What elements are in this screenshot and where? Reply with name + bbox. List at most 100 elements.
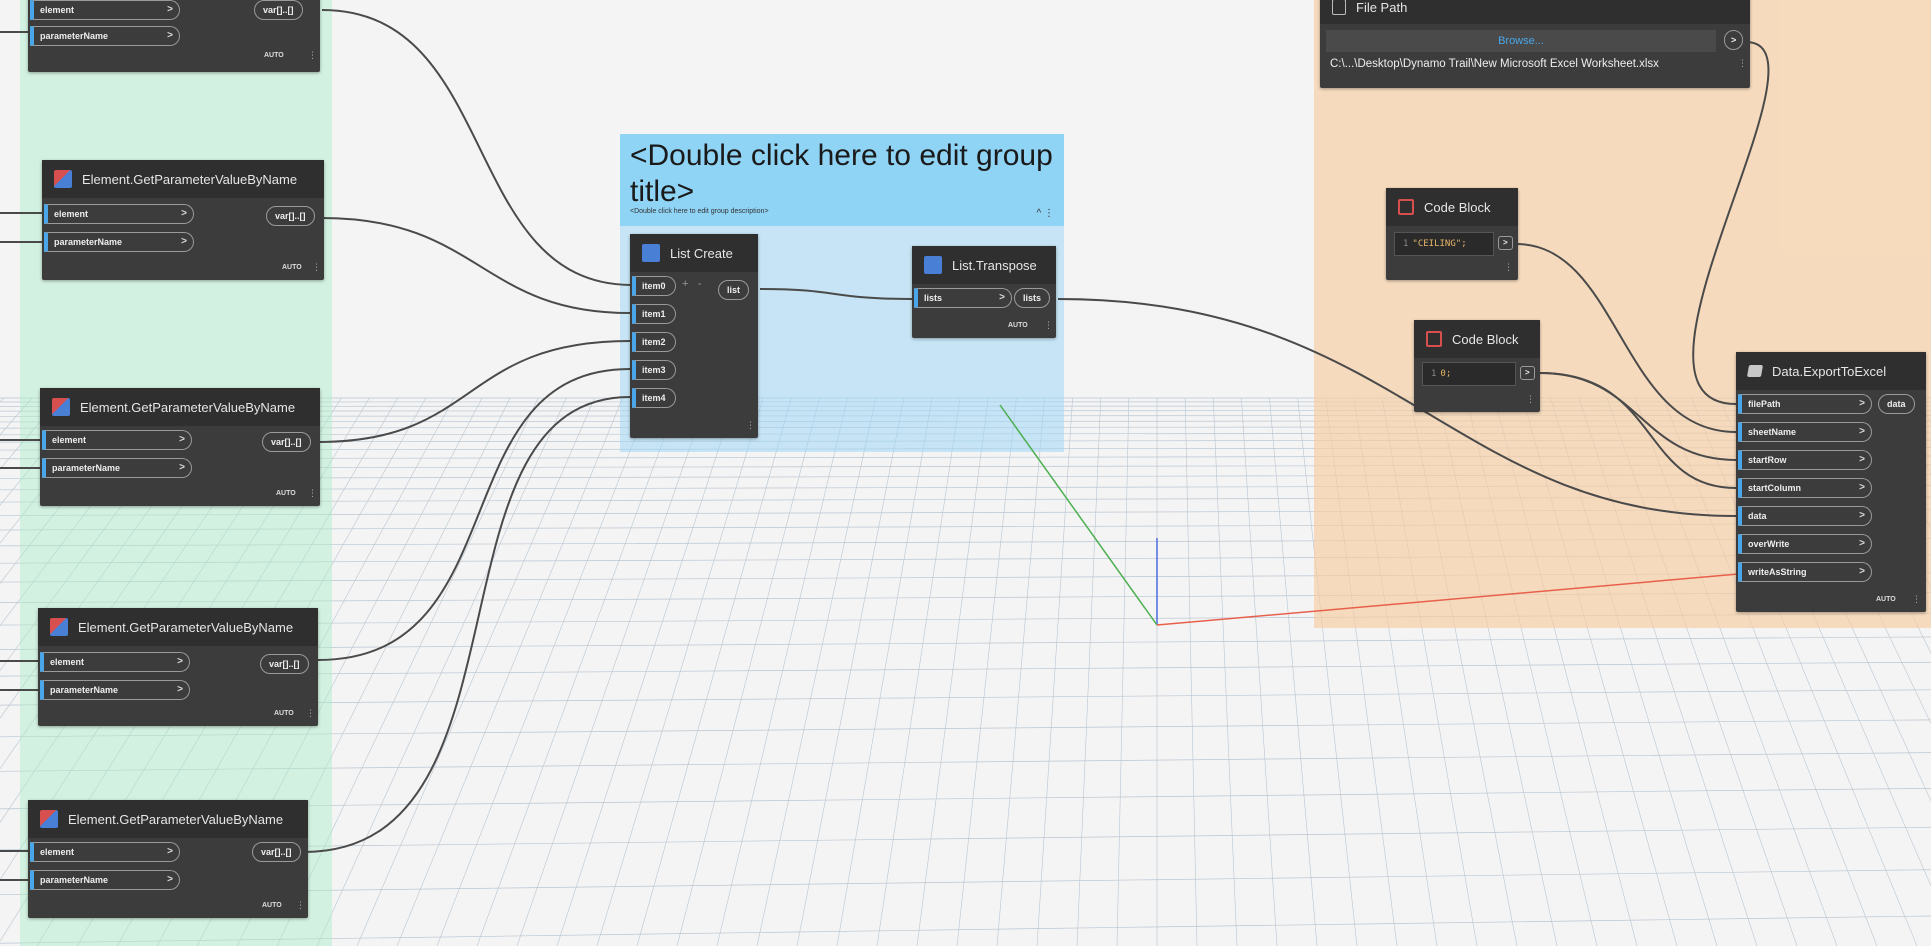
node-title: Code Block: [1452, 331, 1519, 347]
input-port-parameterName[interactable]: parameterName >: [40, 680, 190, 700]
node-menu-icon[interactable]: ⋮: [312, 262, 321, 273]
node-header[interactable]: Code Block: [1386, 188, 1518, 226]
node-menu-icon[interactable]: ⋮: [308, 50, 317, 61]
input-port-startRow[interactable]: startRow >: [1738, 450, 1872, 470]
input-port-item1[interactable]: item1: [632, 304, 676, 324]
lacing-label[interactable]: AUTO: [1008, 322, 1028, 329]
input-port-item0[interactable]: item0: [632, 276, 676, 296]
group-header[interactable]: <Double click here to edit group title> …: [620, 134, 1064, 226]
code-editor[interactable]: 1 "CEILING";: [1394, 232, 1494, 256]
node-title: List.Transpose: [952, 257, 1037, 273]
input-port-item3[interactable]: item3: [632, 360, 676, 380]
chevron-right-icon: >: [1859, 510, 1865, 521]
input-port-item4[interactable]: item4: [632, 388, 676, 408]
grid-line: [676, 397, 820, 946]
input-port-element[interactable]: element >: [40, 652, 190, 672]
output-port-var[interactable]: var[]..[]: [266, 206, 315, 226]
collapse-icon[interactable]: ^ ⋮: [1037, 208, 1054, 219]
input-port-data[interactable]: data >: [1738, 506, 1872, 526]
remove-input-button[interactable]: -: [698, 278, 702, 290]
output-port-list[interactable]: list: [718, 280, 750, 300]
node-menu-icon[interactable]: ⋮: [1044, 320, 1053, 331]
output-port[interactable]: >: [1520, 366, 1535, 380]
node-get-parameter-value-1[interactable]: Element.GetParameterValueByName element >…: [42, 160, 324, 280]
browse-button[interactable]: Browse...: [1326, 30, 1716, 52]
port-label: parameterName: [40, 31, 109, 41]
input-port-parameterName[interactable]: parameterName >: [30, 26, 180, 46]
output-port-lists[interactable]: lists: [1014, 288, 1051, 308]
output-port-var[interactable]: var[]..[]: [260, 654, 309, 674]
node-menu-icon[interactable]: ⋮: [306, 708, 315, 719]
output-port[interactable]: >: [1724, 30, 1744, 50]
node-get-parameter-value-3[interactable]: Element.GetParameterValueByName element >…: [38, 608, 318, 726]
node-title: File Path: [1356, 0, 1408, 15]
node-file-path[interactable]: File Path Browse... > C:\...\Desktop\Dyn…: [1320, 0, 1750, 88]
node-header[interactable]: Element.GetParameterValueByName: [28, 800, 308, 838]
group-title[interactable]: <Double click here to edit group title>: [630, 138, 1060, 210]
lacing-label[interactable]: AUTO: [274, 710, 294, 717]
node-title: List Create: [670, 245, 733, 261]
output-port-var[interactable]: var[]..[]: [252, 842, 301, 862]
output-port-var[interactable]: var[]..[]: [262, 432, 311, 452]
input-port-element[interactable]: element >: [44, 204, 194, 224]
node-header[interactable]: File Path: [1320, 0, 1750, 24]
input-port-filePath[interactable]: filePath >: [1738, 394, 1872, 414]
file-path-value: C:\...\Desktop\Dynamo Trail\New Microsof…: [1330, 58, 1659, 70]
node-header[interactable]: Element.GetParameterValueByName: [42, 160, 324, 198]
chevron-right-icon: >: [167, 846, 173, 857]
node-get-parameter-value-2[interactable]: Element.GetParameterValueByName element >…: [40, 388, 320, 506]
node-menu-icon[interactable]: ⋮: [296, 900, 305, 911]
lacing-label[interactable]: AUTO: [1876, 596, 1896, 603]
node-menu-icon[interactable]: ⋮: [1526, 394, 1535, 405]
output-port-data[interactable]: data: [1878, 394, 1915, 414]
output-port[interactable]: >: [1498, 236, 1513, 250]
node-header[interactable]: Code Block: [1414, 320, 1540, 358]
input-port-lists[interactable]: lists >: [914, 288, 1012, 308]
node-list-transpose[interactable]: List.Transpose lists > lists AUTO ⋮: [912, 246, 1056, 338]
group-description[interactable]: <Double click here to edit group descrip…: [630, 208, 769, 215]
input-port-element[interactable]: element >: [30, 0, 180, 20]
grid-line: [596, 397, 764, 946]
node-header[interactable]: Data.ExportToExcel: [1736, 352, 1926, 390]
node-header[interactable]: Element.GetParameterValueByName: [40, 388, 320, 426]
chevron-right-icon: >: [177, 684, 183, 695]
port-label: element: [40, 5, 75, 15]
input-port-parameterName[interactable]: parameterName >: [42, 458, 192, 478]
add-input-button[interactable]: +: [682, 278, 688, 290]
node-menu-icon[interactable]: ⋮: [1738, 58, 1747, 69]
grid-line: [476, 397, 680, 946]
input-port-element[interactable]: element >: [30, 842, 180, 862]
chevron-right-icon: >: [179, 462, 185, 473]
node-header[interactable]: List Create: [630, 234, 758, 272]
lacing-label[interactable]: AUTO: [276, 490, 296, 497]
lacing-label[interactable]: AUTO: [262, 902, 282, 909]
input-port-writeAsString[interactable]: writeAsString >: [1738, 562, 1872, 582]
node-header[interactable]: Element.GetParameterValueByName: [38, 608, 318, 646]
node-list-create[interactable]: List Create item0 item1 item2 item3 item…: [630, 234, 758, 438]
input-port-element[interactable]: element >: [42, 430, 192, 450]
lacing-label[interactable]: AUTO: [264, 52, 284, 59]
node-menu-icon[interactable]: ⋮: [1504, 262, 1513, 273]
grid-line: [0, 397, 5, 403]
node-title: Element.GetParameterValueByName: [82, 171, 298, 187]
output-port-var[interactable]: var[]..[]: [254, 0, 303, 20]
input-port-parameterName[interactable]: parameterName >: [44, 232, 194, 252]
node-get-parameter-value-4[interactable]: Element.GetParameterValueByName element >…: [28, 800, 308, 918]
node-get-parameter-value-0[interactable]: element > parameterName > var[]..[] AUTO ⋮: [28, 0, 320, 72]
node-code-block-ceiling[interactable]: Code Block 1 "CEILING"; > ⋮: [1386, 188, 1518, 280]
node-menu-icon[interactable]: ⋮: [1912, 594, 1921, 605]
lacing-label[interactable]: AUTO: [282, 264, 302, 271]
node-code-block-zero[interactable]: Code Block 1 0; > ⋮: [1414, 320, 1540, 412]
input-port-startColumn[interactable]: startColumn >: [1738, 478, 1872, 498]
chevron-right-icon: >: [181, 208, 187, 219]
code-editor[interactable]: 1 0;: [1422, 362, 1516, 386]
code-text: 0;: [1440, 369, 1452, 379]
input-port-item2[interactable]: item2: [632, 332, 676, 352]
node-menu-icon[interactable]: ⋮: [308, 488, 317, 499]
input-port-overWrite[interactable]: overWrite >: [1738, 534, 1872, 554]
input-port-sheetName[interactable]: sheetName >: [1738, 422, 1872, 442]
input-port-parameterName[interactable]: parameterName >: [30, 870, 180, 890]
node-menu-icon[interactable]: ⋮: [746, 420, 755, 431]
node-data-export-to-excel[interactable]: Data.ExportToExcel filePath > sheetName > …: [1736, 352, 1926, 612]
node-header[interactable]: List.Transpose: [912, 246, 1056, 284]
